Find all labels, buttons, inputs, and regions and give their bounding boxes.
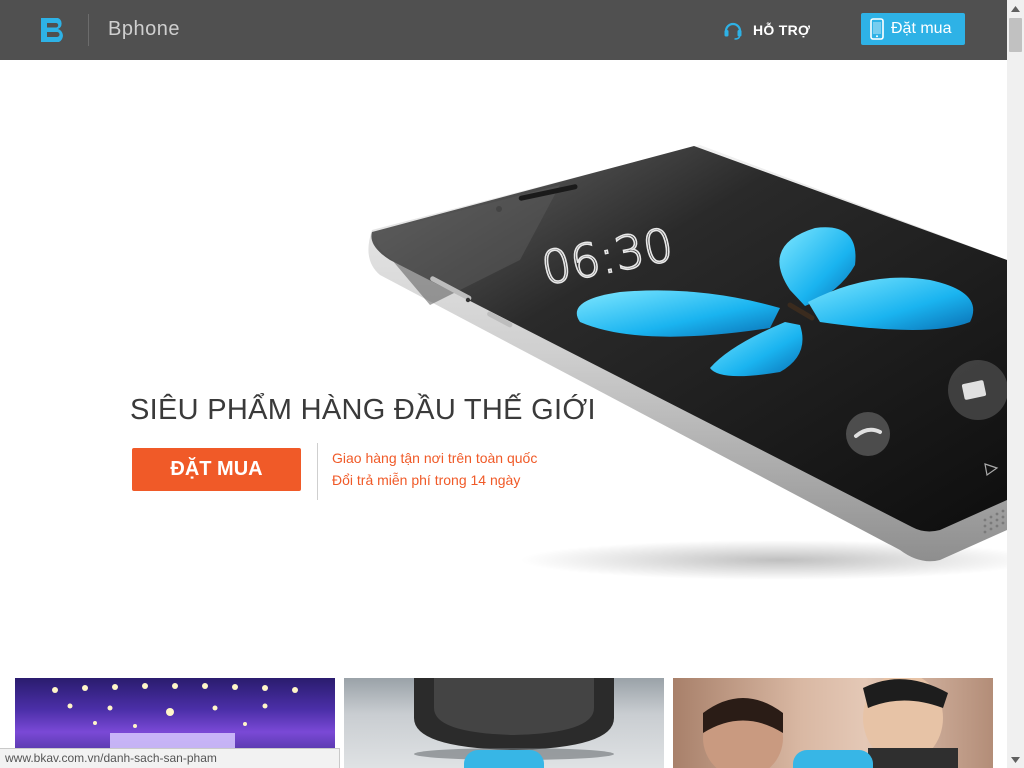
thumbnail-badge [464,750,544,768]
scroll-thumb[interactable] [1009,18,1022,52]
bphone-product-image: 06:30 [368,145,1007,580]
support-link[interactable]: HỖ TRỢ [722,19,810,41]
perk-free-return: Đổi trả miễn phí trong 14 ngày [332,472,521,488]
bphone-logo-icon[interactable] [38,15,68,45]
thumbnail-badge [793,750,873,768]
hero-order-button[interactable]: ĐẶT MUA [132,448,301,491]
order-button[interactable]: Đặt mua [861,13,965,45]
brand-name[interactable]: Bphone [108,18,180,41]
top-navbar: Bphone HỖ TRỢ Đặt mua [0,0,1007,60]
scroll-down-arrow-icon[interactable] [1007,751,1024,768]
scroll-up-arrow-icon[interactable] [1007,0,1024,17]
thumbnail-product-detail[interactable] [344,678,664,768]
support-label: HỖ TRỢ [753,22,811,38]
order-button-label: Đặt mua [891,20,952,37]
headset-icon [724,22,742,40]
logo-divider [88,14,89,46]
hero-divider [317,443,318,500]
thumbnail-people[interactable] [673,678,993,768]
perk-free-delivery: Giao hàng tận nơi trên toàn quốc [332,450,538,466]
hero-banner: 06:30 SIÊU PHẨM HÀNG ĐẦU THẾ GIỚI ĐẶT MU… [0,60,1007,678]
phone-icon [870,18,884,40]
browser-status-bar: www.bkav.com.vn/danh-sach-san-pham [0,748,340,768]
vertical-scrollbar[interactable] [1007,0,1024,768]
hero-tagline: SIÊU PHẨM HÀNG ĐẦU THẾ GIỚI [130,394,596,426]
